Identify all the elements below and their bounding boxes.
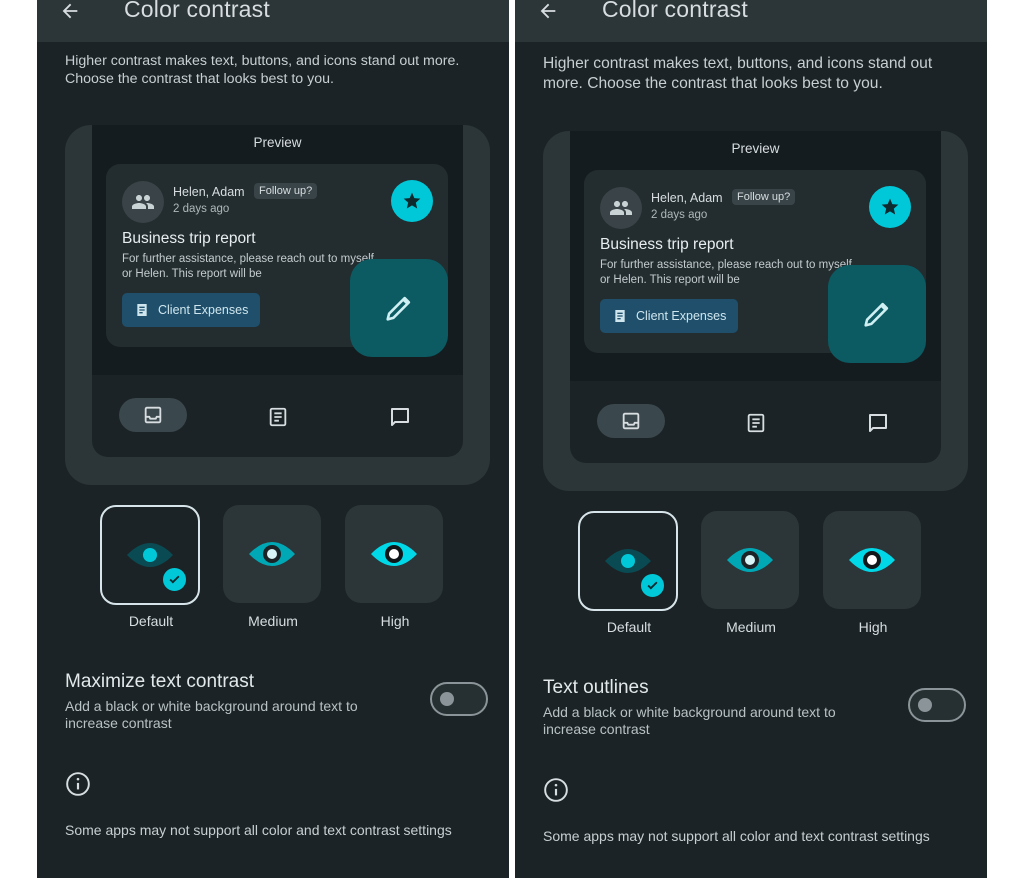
page-description: Higher contrast makes text, buttons, and… [543, 55, 933, 92]
option-label-default: Default [606, 619, 652, 635]
back-arrow-icon [540, 3, 556, 19]
client-expenses-button: Client Expenses [600, 299, 739, 333]
eye-icon [371, 542, 417, 566]
email-subject: Business trip report [122, 230, 256, 247]
page-title: Color contrast [124, 0, 270, 22]
preview-phone: Preview Helen, Adam Follow up? 2 days ag… [92, 125, 463, 457]
toggle-title: Text outlines [543, 677, 649, 698]
footer-note: Some apps may not support all color and … [543, 828, 930, 844]
contrast-toggle-switch[interactable] [430, 682, 488, 716]
preview-content: Preview Helen, Adam Follow up? 2 days ag… [92, 125, 463, 375]
switch-knob [918, 698, 932, 712]
nav-inbox [597, 404, 665, 438]
email-snippet: For further assistance, please reach out… [600, 259, 852, 286]
preview-label: Preview [731, 141, 780, 156]
nav-chat [866, 411, 890, 435]
compose-fab [350, 259, 448, 357]
option-label-medium: Medium [726, 619, 776, 635]
contrast-option-high[interactable] [345, 505, 443, 603]
preview-frame: Preview Helen, Adam Follow up? 2 days ag… [65, 125, 490, 485]
chat-icon [391, 408, 409, 426]
settings-screen-left: Color contrast Higher contrast makes tex… [37, 0, 509, 878]
star-button [869, 186, 911, 228]
preview-phone: Preview Helen, Adam Follow up? 2 days ag… [570, 131, 941, 463]
info-icon [66, 772, 90, 796]
back-button[interactable] [57, 0, 83, 24]
client-expenses-label: Client Expenses [158, 303, 249, 317]
email-sender: Helen, Adam [173, 185, 245, 199]
selected-check [639, 572, 666, 599]
nav-article [266, 405, 290, 429]
email-sender: Helen, Adam [651, 191, 723, 205]
contrast-option-medium[interactable] [223, 505, 321, 603]
footer-note: Some apps may not support all color and … [65, 822, 452, 838]
option-label-default: Default [128, 613, 174, 629]
settings-screen-right: Color contrast Higher contrast makes tex… [515, 0, 987, 878]
avatar [122, 181, 164, 223]
contrast-option-medium[interactable] [701, 511, 799, 609]
check-icon [169, 575, 180, 584]
option-label-medium: Medium [248, 613, 298, 629]
toggle-title: Maximize text contrast [65, 671, 254, 692]
email-time: 2 days ago [651, 209, 708, 221]
page-title: Color contrast [602, 0, 748, 22]
switch-knob [440, 692, 454, 706]
follow-up-chip: Follow up? [732, 189, 796, 205]
page-description: Higher contrast makes text, buttons, and… [65, 53, 460, 87]
client-expenses-label: Client Expenses [636, 309, 727, 323]
star-icon [881, 198, 899, 215]
nav-chat [388, 405, 412, 429]
client-expenses-button: Client Expenses [122, 293, 261, 327]
nav-article [744, 411, 768, 435]
star-icon [403, 192, 421, 209]
people-icon [610, 201, 632, 215]
toggle-subtitle: Add a black or white background around t… [65, 698, 358, 731]
eye-icon [249, 542, 295, 566]
people-icon [132, 195, 154, 209]
option-label-high: High [380, 613, 410, 629]
check-icon [647, 581, 658, 590]
article-icon [269, 407, 287, 427]
pencil-icon [386, 296, 411, 321]
preview-frame: Preview Helen, Adam Follow up? 2 days ag… [543, 131, 968, 491]
eye-icon [849, 548, 895, 572]
chat-icon [869, 414, 887, 432]
contrast-option-default[interactable] [100, 505, 200, 605]
contrast-option-default[interactable] [578, 511, 678, 611]
back-button[interactable] [535, 0, 561, 24]
back-arrow-icon [62, 3, 78, 19]
pencil-icon [864, 302, 889, 327]
follow-up-chip: Follow up? [254, 183, 318, 199]
preview-label: Preview [253, 135, 302, 150]
star-button [391, 180, 433, 222]
inbox-icon [144, 406, 162, 424]
compose-fab [828, 265, 926, 363]
toggle-subtitle: Add a black or white background around t… [543, 704, 836, 737]
info-icon [544, 778, 568, 802]
email-time: 2 days ago [173, 203, 230, 215]
preview-content: Preview Helen, Adam Follow up? 2 days ag… [570, 131, 941, 381]
avatar [600, 187, 642, 229]
selected-check [161, 566, 188, 593]
contrast-option-high[interactable] [823, 511, 921, 609]
email-subject: Business trip report [600, 236, 734, 253]
app-bar: Color contrast [515, 0, 987, 42]
email-snippet: For further assistance, please reach out… [122, 253, 374, 280]
text-outlines-toggle-switch[interactable] [908, 688, 966, 722]
document-icon [137, 304, 147, 316]
nav-inbox [119, 398, 187, 432]
document-icon [615, 310, 625, 322]
article-icon [747, 413, 765, 433]
eye-icon [727, 548, 773, 572]
inbox-icon [622, 412, 640, 430]
option-label-high: High [858, 619, 888, 635]
app-bar: Color contrast [37, 0, 509, 42]
